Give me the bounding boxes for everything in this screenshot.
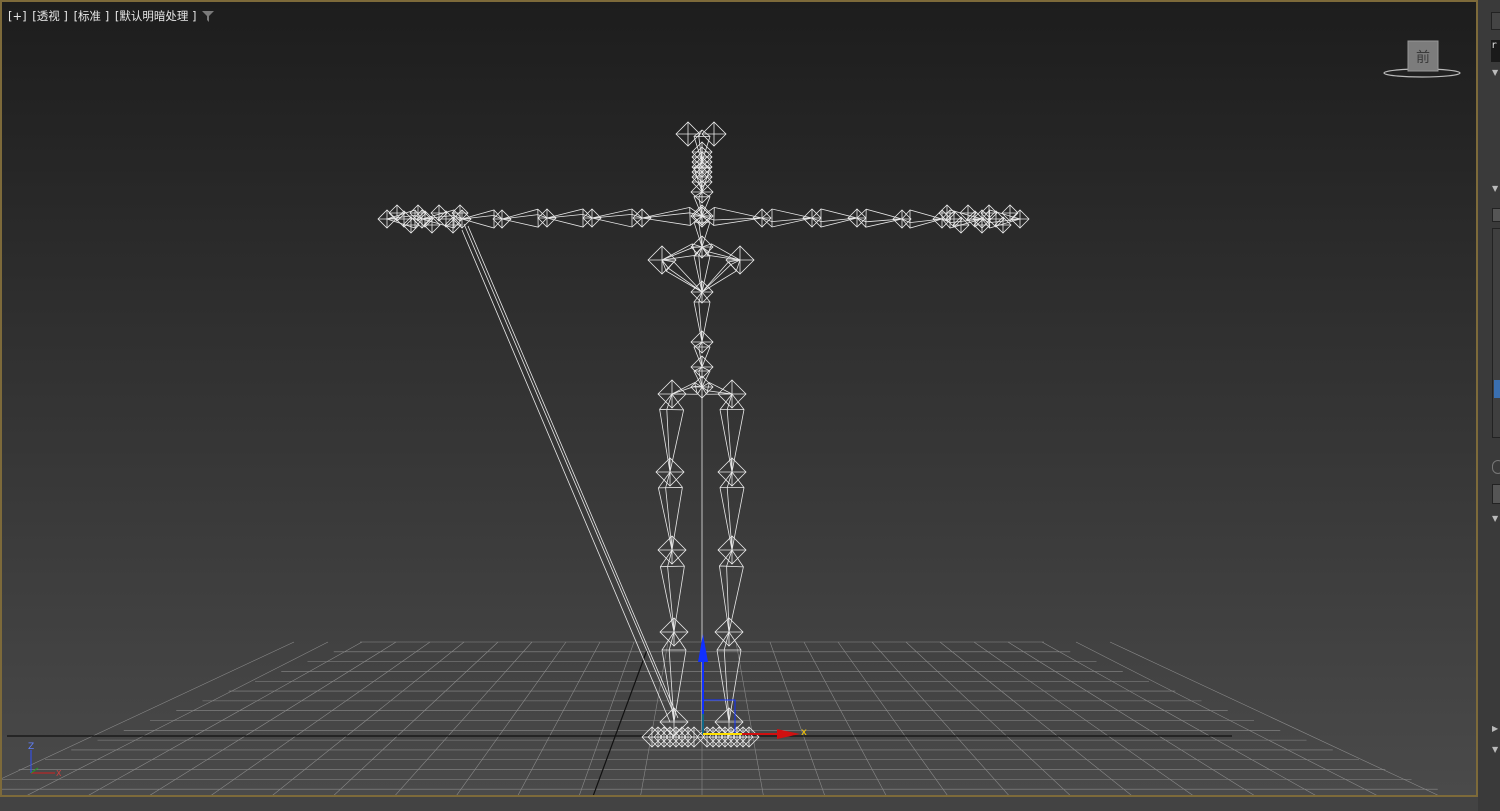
grid-line	[333, 641, 499, 795]
gizmo-x-label: x	[801, 727, 807, 738]
view-cube-face-label: 前	[1416, 49, 1430, 66]
panel-button[interactable]	[1492, 484, 1500, 504]
grid-line	[27, 641, 329, 795]
foot-joint[interactable]	[738, 726, 760, 748]
foot-joint[interactable]	[683, 726, 705, 748]
arm-joint[interactable]	[492, 209, 512, 229]
ground-grid	[2, 641, 1439, 795]
panel-minimize-button[interactable]	[1491, 12, 1500, 30]
panel-checkbox[interactable]	[1492, 208, 1500, 222]
grid-line	[1109, 641, 1439, 795]
grid-line	[211, 641, 431, 795]
leg-joint[interactable]	[717, 535, 747, 565]
grid-line	[803, 641, 887, 795]
head-joint[interactable]	[701, 121, 727, 147]
grid-line	[837, 641, 948, 795]
arm-joint[interactable]	[892, 209, 912, 229]
grid-line	[149, 641, 397, 795]
arm-joint[interactable]	[632, 208, 652, 228]
leg-joint[interactable]	[717, 457, 747, 487]
panel-radio[interactable]	[1492, 460, 1500, 474]
bottom-status-strip	[0, 797, 1478, 811]
panel-name-field[interactable]: r	[1491, 40, 1500, 62]
rollout-collapse-icon-3[interactable]: ▼	[1492, 514, 1498, 523]
leg-joint[interactable]	[657, 535, 687, 565]
grid-line	[1075, 641, 1377, 795]
transform-gizmo[interactable]: x	[698, 634, 807, 739]
tripod-z-label: Z	[28, 742, 34, 752]
grid-line	[973, 641, 1193, 795]
rollout-collapse-icon-4[interactable]: ▼	[1492, 745, 1498, 754]
spine-joint[interactable]	[690, 330, 714, 354]
grid-y-axis	[592, 649, 648, 795]
leg-joint[interactable]	[655, 457, 685, 487]
gizmo-z-arrow[interactable]	[698, 634, 708, 662]
grid-line	[640, 641, 669, 795]
scene-canvas[interactable]: x Z X 前	[2, 2, 1478, 797]
arm-joint[interactable]	[752, 208, 772, 228]
head-joint[interactable]	[675, 121, 701, 147]
bone[interactable]	[718, 549, 744, 633]
perspective-viewport[interactable]: [+] [透视 ] [标准 ] [默认明暗处理 ] x Z X 前	[0, 0, 1478, 797]
grid-line	[517, 641, 601, 795]
rollout-expand-icon[interactable]: ▶	[1492, 724, 1498, 733]
grid-line	[88, 641, 363, 795]
grid-line	[1041, 641, 1316, 795]
grid-line	[2, 641, 295, 779]
grid-line	[905, 641, 1071, 795]
panel-list-box[interactable]	[1492, 228, 1500, 438]
grid-line	[456, 641, 567, 795]
panel-list-selection[interactable]	[1494, 380, 1500, 398]
command-panel[interactable]: r ▼ ▼ ▼ ▶ ▼	[1478, 0, 1500, 811]
grid-line	[1007, 641, 1255, 795]
grid-line	[939, 641, 1132, 795]
rollout-collapse-icon-2[interactable]: ▼	[1492, 184, 1498, 193]
grid-line	[272, 641, 465, 795]
view-cube[interactable]: 前	[1383, 40, 1461, 78]
grid-line	[769, 641, 825, 795]
spine-joint[interactable]	[690, 355, 714, 379]
grid-line	[579, 641, 635, 795]
tripod-x-label: X	[56, 769, 62, 778]
rollout-collapse-icon[interactable]: ▼	[1492, 68, 1498, 77]
ik-chain-line[interactable]	[461, 223, 679, 723]
